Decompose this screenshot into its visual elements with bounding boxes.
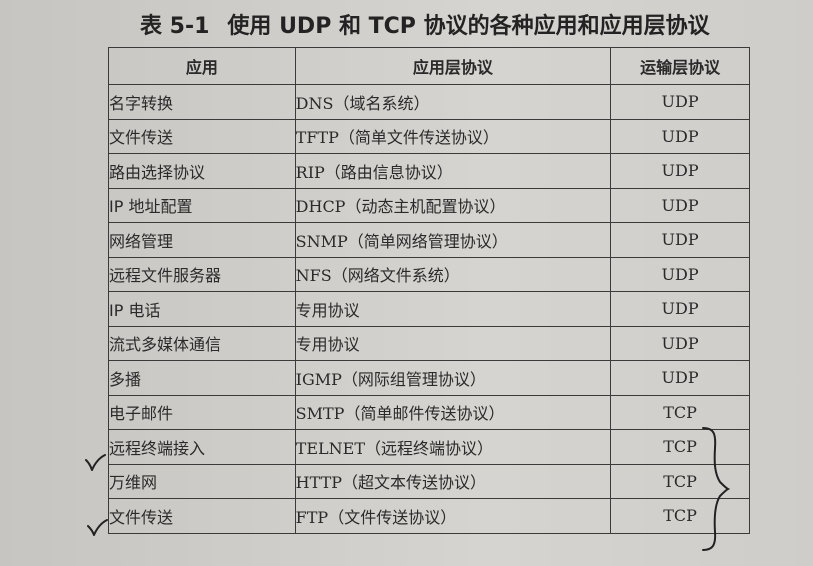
cell-application: 流式多媒体通信 — [108, 325, 296, 361]
cell-application: 万维网 — [108, 463, 296, 499]
table-row: 万维网 HTTP（超文本传送协议） TCP — [108, 463, 750, 499]
cell-application: 远程终端接入 — [108, 429, 296, 465]
book-page: 表 5-1 使用 UDP 和 TCP 协议的各种应用和应用层协议 应用 应用层协议… — [0, 0, 813, 566]
cell-application: 多播 — [108, 360, 296, 396]
cell-transport: UDP — [610, 291, 750, 327]
header-app-layer-protocol: 应用层协议 — [294, 47, 612, 85]
table-row: 远程文件服务器 NFS（网络文件系统） UDP — [108, 256, 750, 292]
cell-application: 路由选择协议 — [108, 153, 296, 189]
table-row: 网络管理 SNMP（简单网络管理协议） UDP — [108, 222, 750, 258]
cell-application: 文件传送 — [108, 498, 296, 534]
table-row: 文件传送 FTP（文件传送协议） TCP — [108, 498, 750, 534]
table-header-row: 应用 应用层协议 运输层协议 — [108, 47, 750, 85]
cell-app-protocol: DNS（域名系统） — [294, 84, 612, 120]
cell-transport: UDP — [610, 118, 750, 154]
header-application: 应用 — [108, 47, 296, 85]
table-row: 远程终端接入 TELNET（远程终端协议） TCP — [108, 429, 750, 465]
table-number: 表 5-1 — [140, 14, 210, 39]
cell-transport: UDP — [610, 187, 750, 223]
right-brace-icon — [702, 427, 730, 551]
cell-application: 远程文件服务器 — [108, 256, 296, 292]
cell-transport: UDP — [610, 153, 750, 189]
cell-application: IP 地址配置 — [108, 187, 296, 223]
cell-app-protocol: SNMP（简单网络管理协议） — [294, 222, 612, 258]
header-transport-protocol: 运输层协议 — [610, 47, 750, 85]
table-row: 路由选择协议 RIP（路由信息协议） UDP — [108, 153, 750, 189]
table-row: 文件传送 TFTP（简单文件传送协议） UDP — [108, 118, 750, 154]
cell-application: IP 电话 — [108, 291, 296, 327]
cell-application: 名字转换 — [108, 84, 296, 120]
cell-transport: UDP — [610, 360, 750, 396]
cell-transport: UDP — [610, 84, 750, 120]
cell-app-protocol: TFTP（简单文件传送协议） — [294, 118, 612, 154]
cell-app-protocol: FTP（文件传送协议） — [294, 498, 612, 534]
checkmark-icon — [87, 519, 108, 536]
cell-app-protocol: 专用协议 — [294, 325, 612, 361]
table-row: IP 电话 专用协议 UDP — [108, 291, 750, 327]
checkmark-icon — [85, 454, 106, 471]
cell-transport: UDP — [610, 222, 750, 258]
table-row: 名字转换 DNS（域名系统） UDP — [108, 84, 750, 120]
cell-application: 文件传送 — [108, 118, 296, 154]
table-row: 多播 IGMP（网际组管理协议） UDP — [108, 360, 750, 396]
cell-app-protocol: IGMP（网际组管理协议） — [294, 360, 612, 396]
cell-app-protocol: HTTP（超文本传送协议） — [294, 463, 612, 499]
cell-app-protocol: SMTP（简单邮件传送协议） — [294, 394, 612, 430]
cell-application: 网络管理 — [108, 222, 296, 258]
cell-transport: UDP — [610, 325, 750, 361]
table-row: 流式多媒体通信 专用协议 UDP — [108, 325, 750, 361]
cell-transport: UDP — [610, 256, 750, 292]
cell-app-protocol: DHCP（动态主机配置协议） — [294, 187, 612, 223]
table-title: 使用 UDP 和 TCP 协议的各种应用和应用层协议 — [227, 14, 710, 39]
cell-application: 电子邮件 — [108, 394, 296, 430]
cell-app-protocol: RIP（路由信息协议） — [294, 153, 612, 189]
table-row: IP 地址配置 DHCP（动态主机配置协议） UDP — [108, 187, 750, 223]
table-row: 电子邮件 SMTP（简单邮件传送协议） TCP — [108, 394, 750, 430]
protocol-table: 应用 应用层协议 运输层协议 名字转换 DNS（域名系统） UDP 文件传送 T… — [108, 47, 750, 534]
cell-app-protocol: TELNET（远程终端协议） — [294, 429, 612, 465]
cell-app-protocol: NFS（网络文件系统） — [294, 256, 612, 292]
cell-app-protocol: 专用协议 — [294, 291, 612, 327]
table-caption: 表 5-1 使用 UDP 和 TCP 协议的各种应用和应用层协议 — [140, 8, 740, 40]
